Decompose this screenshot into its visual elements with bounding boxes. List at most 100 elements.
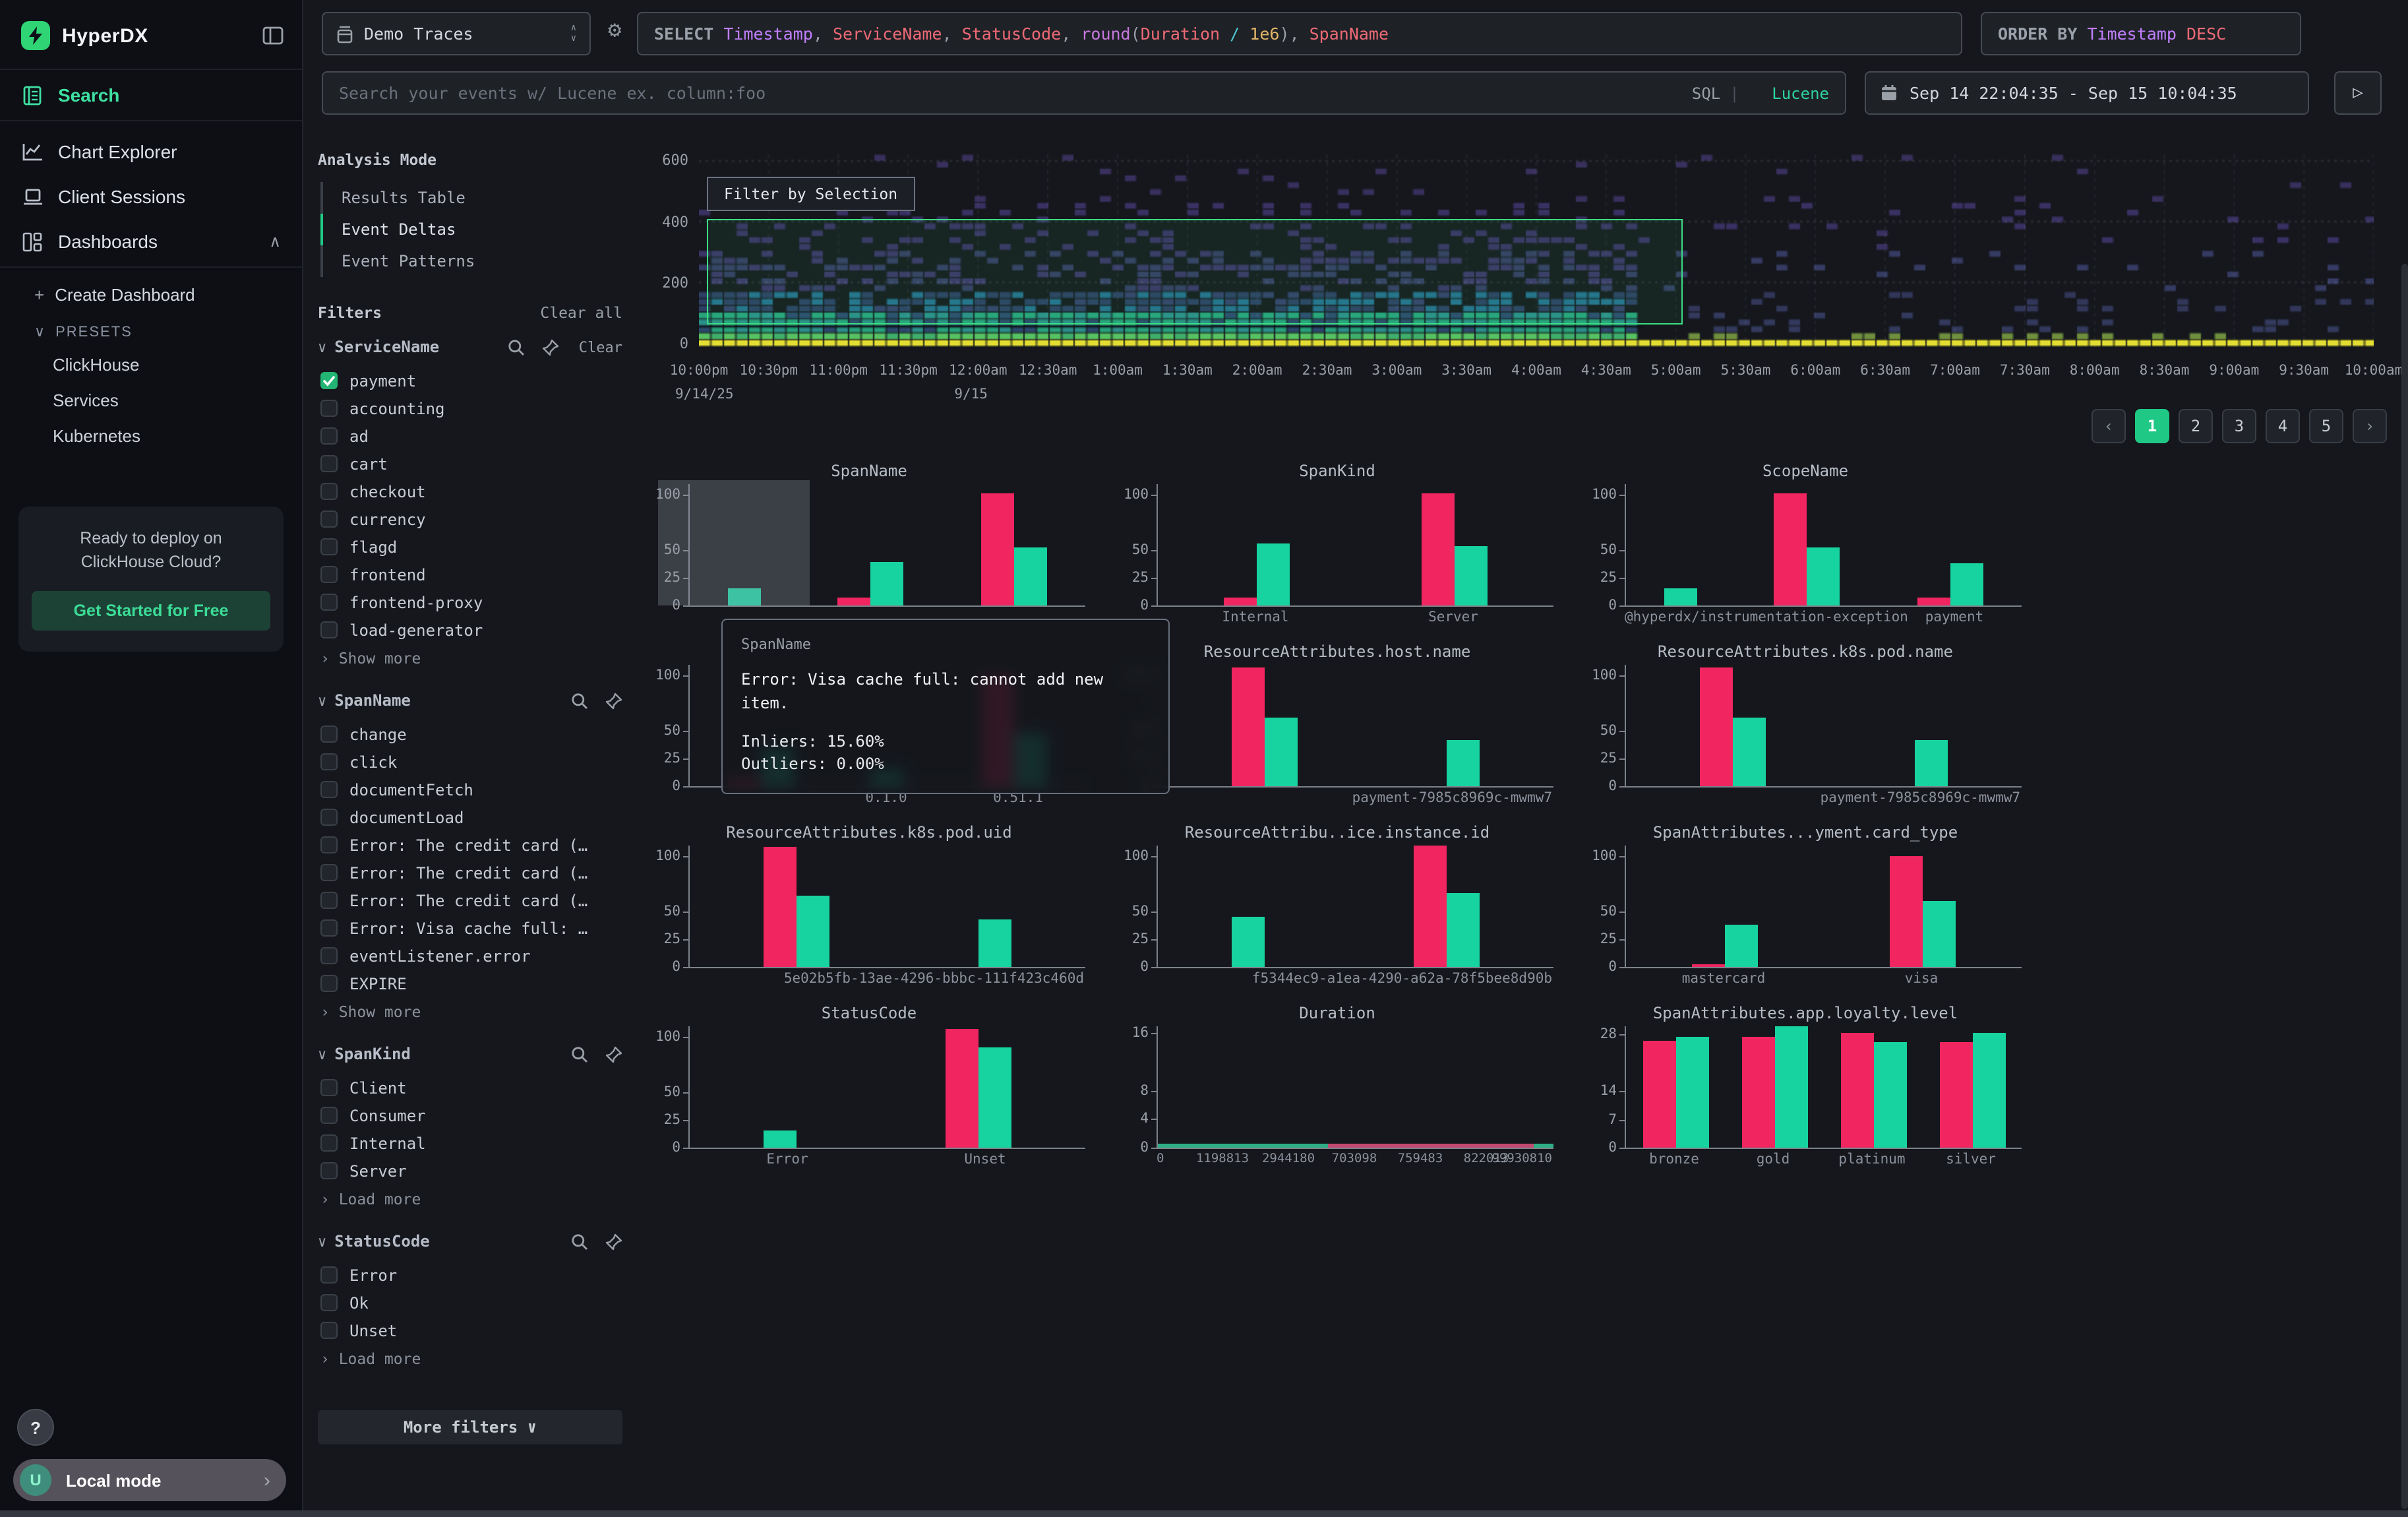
checkbox-unchecked[interactable] [320, 1294, 338, 1311]
checkbox-unchecked[interactable] [320, 1079, 338, 1096]
filter-checkbox-row[interactable]: ad [318, 422, 622, 450]
checkbox-unchecked[interactable] [320, 621, 338, 638]
filter-checkbox-row[interactable]: payment [318, 367, 622, 394]
pin-icon[interactable] [605, 692, 622, 709]
checkbox-unchecked[interactable] [320, 781, 338, 798]
green-bar[interactable] [1447, 893, 1480, 967]
green-bar[interactable] [871, 563, 904, 605]
checkbox-unchecked[interactable] [320, 1162, 338, 1179]
pink-bar[interactable] [1890, 857, 1923, 967]
green-bar[interactable] [764, 1130, 797, 1148]
green-bar[interactable] [1675, 1036, 1708, 1148]
select-query-input[interactable]: SELECT Timestamp, ServiceName, StatusCod… [637, 12, 1962, 55]
pin-icon[interactable] [605, 1045, 622, 1063]
show-more-link[interactable]: › Show more [318, 997, 622, 1021]
sidebar-item-client-sessions[interactable]: Client Sessions [0, 174, 302, 219]
presets-toggle[interactable]: ∨ PRESETS [0, 314, 302, 347]
green-bar[interactable] [1014, 547, 1047, 605]
pink-bar[interactable] [1701, 667, 1733, 786]
checkbox-unchecked[interactable] [320, 919, 338, 937]
pagination-prev-button[interactable]: ‹ [2092, 409, 2126, 443]
filter-checkbox-row[interactable]: Error: The credit card (… [318, 859, 622, 886]
show-more-link[interactable]: › Show more [318, 644, 622, 667]
more-filters-button[interactable]: More filters ∨ [318, 1410, 622, 1444]
filter-section-name[interactable]: SpanName [334, 691, 554, 710]
pagination-page-5[interactable]: 5 [2309, 409, 2343, 443]
pink-bar[interactable] [1774, 493, 1807, 605]
sidebar-item-clickhouse[interactable]: ClickHouse [0, 347, 302, 383]
pink-bar[interactable] [1232, 667, 1265, 786]
green-bar[interactable] [1972, 1032, 2005, 1148]
filter-checkbox-row[interactable]: checkout [318, 478, 622, 505]
analysis-mode-option-results-table[interactable]: Results Table [320, 182, 622, 214]
filter-checkbox-row[interactable]: Error [318, 1261, 622, 1289]
pagination-page-1[interactable]: 1 [2135, 409, 2169, 443]
green-bar[interactable] [1923, 901, 1956, 967]
chevron-down-icon[interactable]: ∨ [318, 692, 326, 709]
checkbox-unchecked[interactable] [320, 511, 338, 528]
sidebar-item-kubernetes[interactable]: Kubernetes [0, 418, 302, 454]
green-bar[interactable] [1873, 1043, 1906, 1148]
filter-checkbox-row[interactable]: documentLoad [318, 803, 622, 831]
filter-section-name[interactable]: ServiceName [334, 338, 491, 356]
green-bar[interactable] [1257, 543, 1290, 605]
get-started-button[interactable]: Get Started for Free [32, 592, 270, 631]
checkbox-unchecked[interactable] [320, 836, 338, 853]
filter-checkbox-row[interactable]: currency [318, 505, 622, 533]
sidebar-item-services[interactable]: Services [0, 383, 302, 418]
green-bar[interactable] [1915, 740, 1948, 786]
pagination-next-button[interactable]: › [2353, 409, 2387, 443]
filter-checkbox-row[interactable]: Error: Visa cache full: … [318, 914, 622, 942]
pink-bar[interactable] [946, 1028, 978, 1148]
orderby-query-input[interactable]: ORDER BY Timestamp DESC [1981, 12, 2301, 55]
filter-checkbox-row[interactable]: click [318, 748, 622, 776]
checkbox-checked[interactable] [320, 372, 338, 389]
green-bar[interactable] [1664, 588, 1697, 605]
show-more-link[interactable]: › Load more [318, 1185, 622, 1208]
filter-checkbox-row[interactable]: Consumer [318, 1101, 622, 1129]
green-bar[interactable] [1807, 547, 1840, 605]
sidebar-item-dashboards[interactable]: Dashboards ∧ [0, 219, 302, 264]
pagination-page-2[interactable]: 2 [2179, 409, 2213, 443]
filter-checkbox-row[interactable]: Error: The credit card (… [318, 886, 622, 914]
create-dashboard-button[interactable]: + Create Dashboard [0, 276, 302, 314]
analysis-mode-option-event-deltas[interactable]: Event Deltas [320, 214, 622, 245]
checkbox-unchecked[interactable] [320, 809, 338, 826]
checkbox-unchecked[interactable] [320, 483, 338, 500]
checkbox-unchecked[interactable] [320, 753, 338, 770]
heatmap-selection-region[interactable] [707, 219, 1683, 325]
filter-checkbox-row[interactable]: load-generator [318, 616, 622, 644]
pink-bar[interactable] [838, 598, 871, 605]
pink-bar[interactable] [1840, 1032, 1873, 1148]
pink-bar[interactable] [1741, 1036, 1774, 1148]
search-icon[interactable] [571, 1045, 588, 1063]
pink-bar[interactable] [1939, 1043, 1972, 1148]
filter-checkbox-row[interactable]: cart [318, 450, 622, 478]
checkbox-unchecked[interactable] [320, 455, 338, 472]
pink-bar[interactable] [1414, 846, 1447, 967]
green-bar[interactable] [797, 895, 830, 967]
chevron-down-icon[interactable]: ∨ [318, 338, 326, 356]
search-icon[interactable] [571, 1233, 588, 1250]
checkbox-unchecked[interactable] [320, 400, 338, 417]
checkbox-unchecked[interactable] [320, 594, 338, 611]
horizontal-scrollbar[interactable] [0, 1510, 2408, 1517]
clear-filter-button[interactable]: Clear [579, 338, 622, 356]
pink-bar[interactable] [1224, 597, 1257, 605]
pink-bar[interactable] [1692, 964, 1725, 967]
checkbox-unchecked[interactable] [320, 864, 338, 881]
time-range-picker[interactable]: Sep 14 22:04:35 - Sep 15 10:04:35 [1865, 71, 2309, 115]
filter-checkbox-row[interactable]: accounting [318, 394, 622, 422]
pin-icon[interactable] [542, 338, 559, 356]
filter-section-name[interactable]: SpanKind [334, 1045, 554, 1063]
checkbox-unchecked[interactable] [320, 1107, 338, 1124]
pink-bar[interactable] [764, 847, 797, 967]
pink-bar[interactable] [1917, 597, 1950, 605]
run-query-button[interactable]: ▷ [2334, 71, 2382, 115]
checkbox-unchecked[interactable] [320, 947, 338, 964]
gear-icon[interactable]: ⚙ [608, 17, 622, 44]
checkbox-unchecked[interactable] [320, 1134, 338, 1152]
filter-checkbox-row[interactable]: EXPIRE [318, 970, 622, 997]
sidebar-collapse-icon[interactable] [262, 26, 284, 45]
pagination-page-4[interactable]: 4 [2266, 409, 2300, 443]
